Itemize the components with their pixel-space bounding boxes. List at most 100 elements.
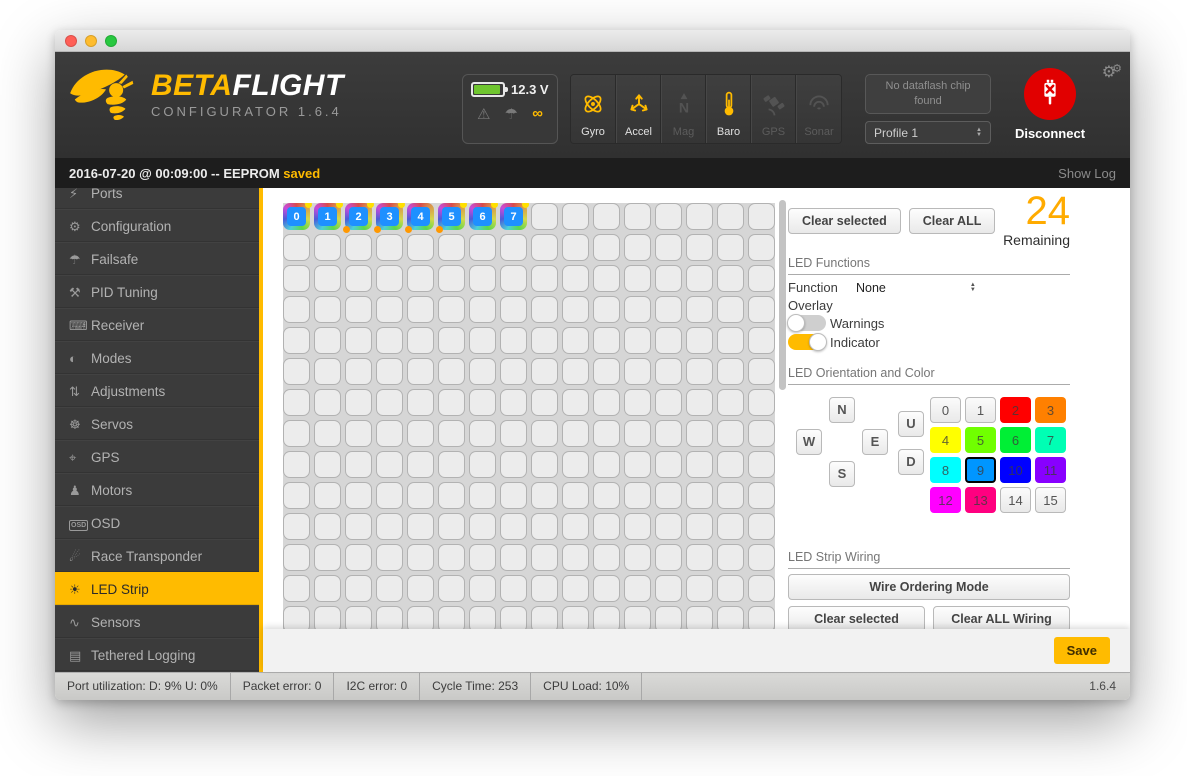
grid-cell[interactable] [438,544,465,571]
grid-cell[interactable] [624,451,651,478]
grid-cell[interactable] [469,296,496,323]
grid-cell[interactable] [345,389,372,416]
grid-cell[interactable] [283,234,310,261]
grid-cell[interactable] [283,544,310,571]
grid-cell[interactable] [624,265,651,292]
grid-cell[interactable] [624,296,651,323]
grid-cell[interactable] [748,482,775,509]
profile-select[interactable]: Profile 1 ▲▼ [865,121,991,144]
grid-cell[interactable] [562,544,589,571]
grid-cell[interactable] [562,296,589,323]
grid-cell[interactable] [593,451,620,478]
grid-cell[interactable] [438,265,465,292]
grid-cell[interactable] [593,606,620,630]
grid-cell[interactable] [500,513,527,540]
sidebar-item-race-transponder[interactable]: ☄Race Transponder [55,539,259,572]
grid-cell[interactable] [314,575,341,602]
color-swatch-1[interactable]: 1 [965,397,996,423]
grid-cell[interactable] [376,296,403,323]
color-swatch-5[interactable]: 5 [965,427,996,453]
sidebar-item-adjustments[interactable]: ⇅Adjustments [55,374,259,407]
grid-cell[interactable] [655,234,682,261]
grid-cell[interactable] [345,513,372,540]
grid-cell[interactable] [686,327,713,354]
clear-all-button[interactable]: Clear ALL [909,208,996,234]
grid-cell[interactable] [345,606,372,630]
grid-cell[interactable] [283,265,310,292]
direction-button-u[interactable]: U [898,411,924,437]
grid-cell[interactable] [345,420,372,447]
grid-cell[interactable] [314,606,341,630]
grid-cell[interactable] [655,606,682,630]
grid-cell[interactable] [717,606,744,630]
grid-cell[interactable] [407,389,434,416]
grid-cell[interactable] [686,389,713,416]
grid-cell[interactable] [500,389,527,416]
grid-cell[interactable] [469,513,496,540]
grid-cell[interactable] [717,327,744,354]
sidebar-item-tethered-logging[interactable]: ▤Tethered Logging [55,638,259,671]
grid-cell[interactable] [748,451,775,478]
grid-cell[interactable] [438,451,465,478]
grid-cell[interactable] [376,451,403,478]
grid-cell[interactable] [593,358,620,385]
grid-cell[interactable] [717,389,744,416]
grid-cell[interactable] [407,358,434,385]
grid-cell[interactable] [376,420,403,447]
grid-cell[interactable] [562,389,589,416]
sidebar-item-ports[interactable]: ⚡Ports [55,188,259,209]
grid-cell[interactable] [469,575,496,602]
grid-cell[interactable] [624,606,651,630]
sidebar-item-modes[interactable]: ◐Modes [55,341,259,374]
grid-cell[interactable] [500,296,527,323]
grid-cell[interactable] [500,358,527,385]
grid-cell[interactable] [717,265,744,292]
grid-cell[interactable] [531,296,558,323]
function-select[interactable]: None ▲▼ [856,281,988,295]
grid-cell[interactable] [376,482,403,509]
grid-cell[interactable] [438,358,465,385]
color-swatch-0[interactable]: 0 [930,397,961,423]
grid-cell[interactable] [376,234,403,261]
grid-cell[interactable] [314,544,341,571]
grid-cell[interactable] [717,451,744,478]
grid-cell[interactable] [686,482,713,509]
grid-cell[interactable] [376,327,403,354]
grid-cell[interactable] [407,451,434,478]
direction-button-d[interactable]: D [898,449,924,475]
grid-cell[interactable] [624,575,651,602]
color-swatch-14[interactable]: 14 [1000,487,1031,513]
grid-cell[interactable] [655,420,682,447]
grid-cell[interactable] [531,203,558,230]
grid-cell[interactable] [686,420,713,447]
grid-cell[interactable] [748,606,775,630]
grid-cell[interactable] [748,575,775,602]
grid-cell[interactable] [469,265,496,292]
grid-cell[interactable] [748,513,775,540]
grid-cell[interactable] [655,575,682,602]
color-swatch-10[interactable]: 10 [1000,457,1031,483]
grid-cell[interactable] [531,606,558,630]
grid-cell[interactable] [686,575,713,602]
grid-cell[interactable] [593,482,620,509]
grid-cell[interactable] [283,389,310,416]
grid-cell[interactable] [531,575,558,602]
grid-cell[interactable] [562,327,589,354]
color-swatch-13[interactable]: 13 [965,487,996,513]
grid-cell[interactable] [562,513,589,540]
grid-cell[interactable] [314,234,341,261]
color-swatch-6[interactable]: 6 [1000,427,1031,453]
grid-cell[interactable] [500,265,527,292]
grid-cell[interactable] [655,513,682,540]
grid-cell[interactable] [283,358,310,385]
grid-cell[interactable] [562,203,589,230]
settings-gears-icon[interactable]: ⚙⚙ [1102,62,1118,82]
grid-cell[interactable] [562,482,589,509]
direction-button-w[interactable]: W [796,429,822,455]
grid-cell[interactable] [593,203,620,230]
direction-button-s[interactable]: S [829,461,855,487]
grid-cell[interactable] [655,451,682,478]
grid-cell[interactable] [283,482,310,509]
led-cell[interactable]: 1 [314,203,341,230]
grid-cell[interactable] [717,575,744,602]
